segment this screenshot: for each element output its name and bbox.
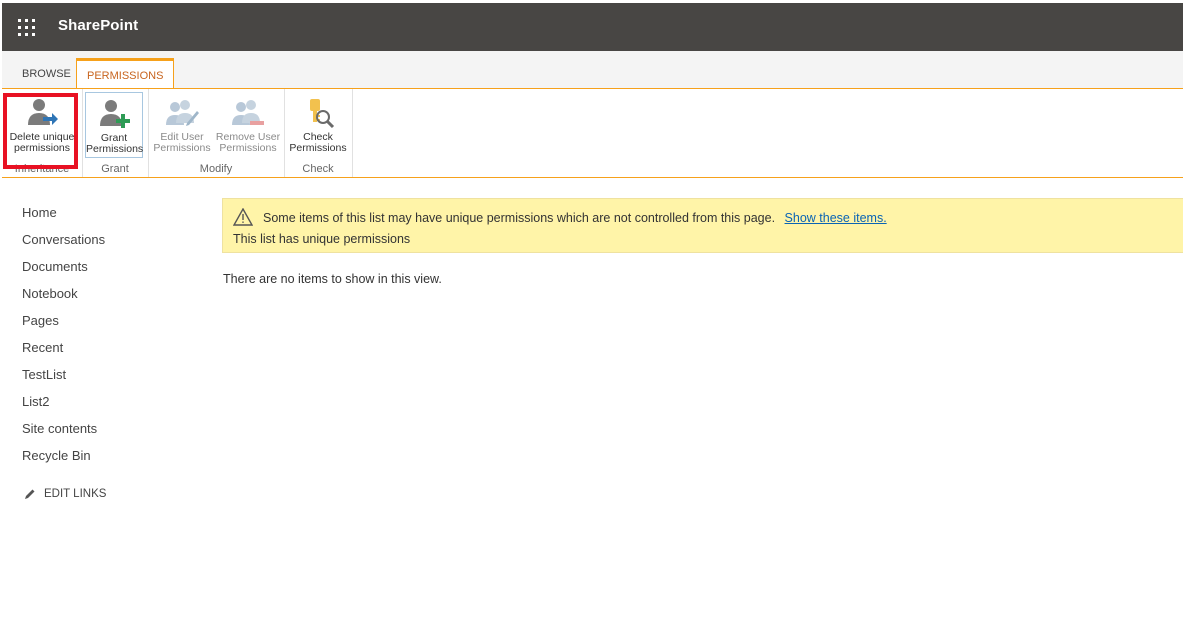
edit-user-permissions-icon	[166, 100, 199, 126]
nav-item-list2[interactable]: List2	[22, 393, 105, 420]
pencil-icon	[25, 489, 35, 499]
check-permissions-button[interactable]: Check Permissions	[289, 92, 347, 158]
remove-user-permissions-button[interactable]: Remove User Permissions	[214, 92, 282, 158]
show-these-items-link[interactable]: Show these items.	[785, 211, 887, 225]
remove-user-label-2: Permissions	[219, 142, 277, 154]
tab-browse[interactable]: BROWSE	[12, 60, 81, 88]
quick-launch-nav: Home Conversations Documents Notebook Pa…	[22, 204, 105, 474]
nav-item-notebook[interactable]: Notebook	[22, 285, 105, 312]
app-launcher-icon[interactable]	[18, 19, 35, 36]
edit-links-label: EDIT LINKS	[44, 488, 107, 500]
group-inheritance: Delete unique permissions Inheritance	[2, 89, 83, 177]
delete-unique-label-2: permissions	[13, 142, 71, 154]
nav-item-recycle-bin[interactable]: Recycle Bin	[22, 447, 105, 474]
grant-permissions-icon	[100, 100, 130, 128]
empty-view-message: There are no items to show in this view.	[223, 272, 442, 286]
edit-user-permissions-button[interactable]: Edit User Permissions	[153, 92, 211, 158]
nav-item-pages[interactable]: Pages	[22, 312, 105, 339]
group-label-inheritance: Inheritance	[14, 163, 70, 175]
ribbon-body: Delete unique permissions Inheritance Gr…	[2, 89, 1183, 178]
notice-text: Some items of this list may have unique …	[263, 211, 776, 225]
suite-bar: SharePoint	[2, 3, 1183, 51]
nav-item-documents[interactable]: Documents	[22, 258, 105, 285]
nav-item-testlist[interactable]: TestList	[22, 366, 105, 393]
nav-item-recent[interactable]: Recent	[22, 339, 105, 366]
ribbon-tab-strip: BROWSE PERMISSIONS	[2, 51, 1183, 89]
group-label-modify: Modify	[199, 163, 233, 175]
group-check: Check Permissions Check	[284, 89, 353, 177]
check-permissions-icon	[310, 99, 335, 129]
notice-message: Some items of this list may have unique …	[263, 211, 887, 225]
grant-permissions-button[interactable]: Grant Permissions	[85, 92, 143, 158]
grant-label-2: Permissions	[86, 143, 144, 155]
nav-item-site-contents[interactable]: Site contents	[22, 420, 105, 447]
tab-permissions[interactable]: PERMISSIONS	[76, 58, 175, 88]
delete-unique-permissions-icon	[28, 99, 58, 125]
nav-item-home[interactable]: Home	[22, 204, 105, 231]
warning-icon	[233, 208, 253, 226]
group-grant: Grant Permissions Grant	[82, 89, 149, 177]
edit-links-button[interactable]: EDIT LINKS	[24, 488, 106, 500]
check-label-2: Permissions	[289, 142, 347, 154]
group-label-grant: Grant	[101, 163, 129, 175]
delete-unique-permissions-button[interactable]: Delete unique permissions	[9, 92, 75, 158]
suite-title[interactable]: SharePoint	[58, 17, 138, 34]
nav-item-conversations[interactable]: Conversations	[22, 231, 105, 258]
group-label-check: Check	[302, 163, 334, 175]
permissions-notice-bar: Some items of this list may have unique …	[222, 198, 1183, 253]
unique-permissions-status: This list has unique permissions	[233, 232, 411, 246]
edit-user-label-2: Permissions	[153, 142, 211, 154]
group-modify: Edit User Permissions Remove User Permis…	[148, 89, 285, 177]
remove-user-permissions-icon	[232, 100, 264, 125]
